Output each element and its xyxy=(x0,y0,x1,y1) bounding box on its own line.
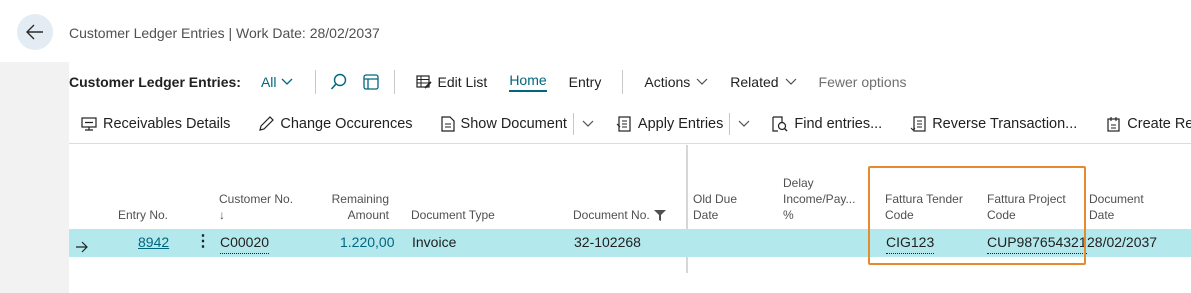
search-icon xyxy=(330,73,346,90)
reverse-transaction-label: Reverse Transaction... xyxy=(932,115,1078,132)
divider xyxy=(314,70,316,94)
create-reminder-label: Create Reminder... xyxy=(1127,115,1191,132)
action-bar: Customer Ledger Entries: All Edit List H… xyxy=(69,62,1191,102)
column-header-document-date[interactable]: Document Date xyxy=(1089,145,1179,227)
page-title: Customer Ledger Entries | Work Date: 28/… xyxy=(69,25,380,41)
find-entries-icon xyxy=(772,115,788,132)
entry-no-link[interactable]: 8942 xyxy=(138,234,169,254)
filter-pane-icon xyxy=(362,74,379,90)
column-header-delay-pct[interactable]: Delay Income/Pay... % xyxy=(783,145,863,227)
column-header-entry-no[interactable]: Entry No. xyxy=(109,145,168,227)
related-menu-label: Related xyxy=(730,74,779,90)
row-indicator-arrow-icon xyxy=(76,241,88,253)
fewer-options-button[interactable]: Fewer options xyxy=(808,67,918,97)
change-occurences-button[interactable]: Change Occurences xyxy=(244,107,426,141)
change-occurences-label: Change Occurences xyxy=(280,115,413,132)
back-button[interactable] xyxy=(17,14,53,50)
actions-menu-label: Actions xyxy=(644,74,691,90)
receivables-details-button[interactable]: Receivables Details xyxy=(69,107,244,141)
receivables-icon xyxy=(81,116,97,131)
column-header-label: Entry No. xyxy=(117,208,168,222)
related-menu[interactable]: Related xyxy=(719,67,807,97)
tab-home-label: Home xyxy=(509,72,547,92)
column-header-label: Document xyxy=(1089,192,1144,206)
search-button[interactable] xyxy=(326,68,352,96)
page-header: Customer Ledger Entries | Work Date: 28/… xyxy=(0,0,1191,62)
column-header-label: Delay xyxy=(783,176,814,190)
tab-home[interactable]: Home xyxy=(498,67,557,97)
divider xyxy=(393,70,395,94)
document-date-value: 28/02/2037 xyxy=(1087,234,1158,250)
tab-entry-label: Entry xyxy=(568,74,602,90)
document-icon xyxy=(440,115,455,132)
customer-no-link[interactable]: C00020 xyxy=(220,234,270,254)
filter-pane-button[interactable] xyxy=(358,68,384,96)
column-header-wrap: Document No. xyxy=(573,207,683,223)
column-header-customer-no[interactable]: Customer No. ↓ xyxy=(219,145,314,227)
view-filter-dropdown[interactable]: All xyxy=(261,74,293,90)
find-entries-label: Find entries... xyxy=(794,115,883,132)
column-header-label: Document Type xyxy=(411,208,495,222)
chevron-down-icon xyxy=(582,120,594,127)
column-header-label: Amount xyxy=(347,208,389,222)
apply-entries-dropdown[interactable] xyxy=(730,107,758,141)
edit-list-button[interactable]: Edit List xyxy=(405,67,499,97)
list-caption: Customer Ledger Entries: xyxy=(69,74,241,90)
apply-entries-icon xyxy=(616,115,631,132)
tab-entry[interactable]: Entry xyxy=(558,67,613,97)
column-header-label: Document No. xyxy=(573,208,650,222)
sort-descending-icon: ↓ xyxy=(219,208,225,222)
fewer-options-label: Fewer options xyxy=(818,74,907,90)
column-header-label: Customer No. xyxy=(219,192,294,206)
document-type-value: Invoice xyxy=(412,234,457,250)
remaining-amount-value[interactable]: 1.220,00 xyxy=(340,234,395,254)
actions-menu[interactable]: Actions xyxy=(633,67,719,97)
show-document-label: Show Document xyxy=(460,115,567,132)
view-filter-label: All xyxy=(260,74,277,90)
create-reminder-button[interactable]: Create Reminder... xyxy=(1091,107,1191,141)
document-no-value: 32-102268 xyxy=(574,234,641,250)
column-header-label: % xyxy=(783,208,794,222)
column-header-document-no[interactable]: Document No. xyxy=(573,145,683,227)
apply-entries-split-button: Apply Entries xyxy=(602,107,758,141)
column-header-document-type[interactable]: Document Type xyxy=(411,145,531,227)
chevron-down-icon xyxy=(785,78,796,85)
column-header-remaining-amount[interactable]: Remaining Amount xyxy=(324,145,389,227)
show-document-dropdown[interactable] xyxy=(574,107,602,141)
column-header-label: Remaining xyxy=(331,192,389,206)
chevron-down-icon xyxy=(281,78,292,85)
apply-entries-label: Apply Entries xyxy=(637,115,724,132)
chevron-down-icon xyxy=(738,120,750,127)
reverse-transaction-button[interactable]: Reverse Transaction... xyxy=(896,107,1091,141)
pencil-icon xyxy=(259,115,275,131)
command-bar: Receivables Details Change Occurences Sh… xyxy=(69,104,1191,144)
show-document-button[interactable]: Show Document xyxy=(427,107,573,141)
divider xyxy=(622,70,624,94)
row-menu-icon[interactable]: ⋮ xyxy=(195,231,211,251)
find-entries-button[interactable]: Find entries... xyxy=(758,107,896,141)
receivables-details-label: Receivables Details xyxy=(103,115,231,132)
column-header-label: Date xyxy=(693,208,719,222)
filter-icon[interactable] xyxy=(653,209,666,221)
back-arrow-icon xyxy=(26,24,43,40)
column-header-label: Old Due xyxy=(693,192,738,206)
edit-list-icon xyxy=(415,75,432,89)
show-document-split-button: Show Document xyxy=(427,107,602,141)
column-header-label: Income/Pay... xyxy=(783,192,856,206)
apply-entries-button[interactable]: Apply Entries xyxy=(602,107,729,141)
chevron-down-icon xyxy=(696,78,708,85)
column-header-old-due-date[interactable]: Old Due Date xyxy=(693,145,773,227)
reverse-transaction-icon xyxy=(910,115,926,132)
column-header-label: Date xyxy=(1089,208,1115,222)
edit-list-label: Edit List xyxy=(437,74,488,90)
reminder-icon xyxy=(1107,116,1120,132)
highlight-box xyxy=(868,166,1086,265)
